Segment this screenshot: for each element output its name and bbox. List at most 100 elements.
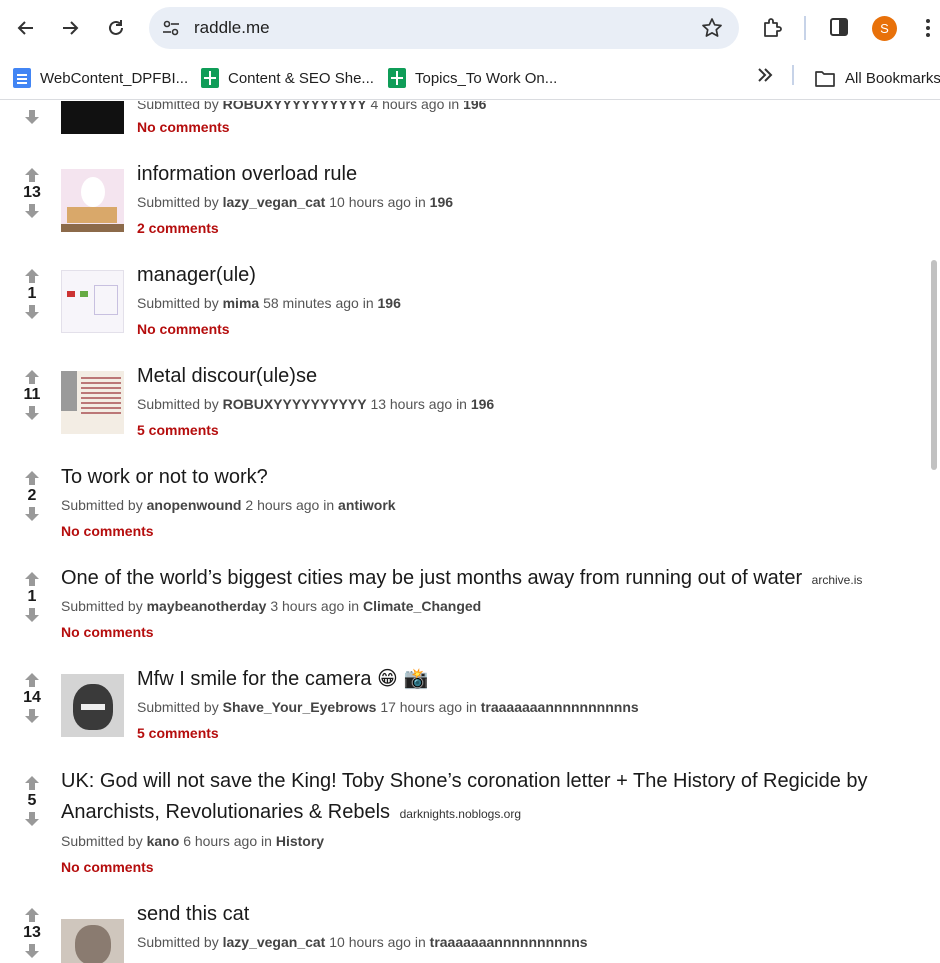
author-link[interactable]: maybeanotherday bbox=[147, 598, 267, 614]
author-link[interactable]: kano bbox=[147, 833, 180, 849]
sheets-icon bbox=[388, 68, 406, 88]
post-thumbnail[interactable] bbox=[61, 101, 124, 134]
downvote-arrow-icon[interactable] bbox=[24, 943, 40, 959]
docs-icon bbox=[13, 68, 31, 88]
site-settings-icon[interactable] bbox=[162, 19, 180, 37]
forum-link[interactable]: 196 bbox=[378, 295, 401, 311]
all-bookmarks-button[interactable]: All Bookmarks bbox=[815, 65, 940, 91]
post-item: 13 send this cat Submitted by lazy_vegan… bbox=[0, 899, 930, 963]
bookmark-webcontent[interactable]: WebContent_DPFBI... bbox=[13, 65, 188, 91]
author-link[interactable]: ROBUXYYYYYYYYYY bbox=[223, 101, 367, 112]
forum-link[interactable]: antiwork bbox=[338, 497, 396, 513]
downvote-arrow-icon[interactable] bbox=[24, 304, 40, 320]
upvote-arrow-icon[interactable] bbox=[24, 672, 40, 688]
downvote-arrow-icon[interactable] bbox=[24, 708, 40, 724]
downvote-arrow-icon[interactable] bbox=[24, 405, 40, 421]
post-title[interactable]: information overload rule bbox=[137, 159, 357, 190]
bookmark-content-seo[interactable]: Content & SEO She... bbox=[201, 65, 374, 91]
author-link[interactable]: anopenwound bbox=[147, 497, 242, 513]
comments-link[interactable]: No comments bbox=[61, 624, 154, 640]
forum-link[interactable]: 196 bbox=[430, 194, 453, 210]
comments-link[interactable]: No comments bbox=[137, 321, 230, 337]
post-meta: Submitted by anopenwound 2 hours ago in … bbox=[61, 497, 396, 513]
forward-button[interactable] bbox=[53, 11, 87, 45]
side-panel-icon[interactable] bbox=[829, 17, 849, 37]
upvote-arrow-icon[interactable] bbox=[24, 775, 40, 791]
bookmark-star-icon[interactable] bbox=[701, 17, 723, 39]
forum-link[interactable]: 196 bbox=[471, 396, 494, 412]
post-thumbnail[interactable] bbox=[61, 270, 124, 333]
author-link[interactable]: mima bbox=[223, 295, 260, 311]
upvote-arrow-icon[interactable] bbox=[24, 470, 40, 486]
comments-link[interactable]: No comments bbox=[61, 859, 154, 875]
post-title[interactable]: manager(ule) bbox=[137, 260, 256, 291]
profile-avatar[interactable]: S bbox=[872, 16, 897, 41]
page-scrollbar[interactable] bbox=[931, 260, 937, 470]
author-link[interactable]: ROBUXYYYYYYYYYY bbox=[223, 396, 367, 412]
post-meta: Submitted by ROBUXYYYYYYYYYY 13 hours ag… bbox=[137, 396, 495, 412]
reload-button[interactable] bbox=[99, 11, 133, 45]
forum-link[interactable]: 196 bbox=[463, 101, 486, 112]
bookmark-topics[interactable]: Topics_To Work On... bbox=[388, 65, 557, 91]
comments-link[interactable]: 5 comments bbox=[137, 422, 219, 438]
extensions-icon[interactable] bbox=[760, 16, 784, 40]
upvote-arrow-icon[interactable] bbox=[24, 268, 40, 284]
arrow-left-icon bbox=[17, 21, 33, 35]
folder-icon bbox=[815, 71, 835, 87]
post-score: 13 bbox=[23, 924, 41, 941]
forum-link[interactable]: History bbox=[276, 833, 324, 849]
post-title[interactable]: One of the world’s biggest cities may be… bbox=[61, 567, 802, 589]
downvote-arrow-icon[interactable] bbox=[24, 506, 40, 522]
post-meta: Submitted by mima 58 minutes ago in 196 bbox=[137, 295, 401, 311]
post-thumbnail[interactable] bbox=[61, 674, 124, 737]
post-item: 5 UK: God will not save the King! Toby S… bbox=[0, 766, 930, 891]
author-link[interactable]: Shave_Your_Eyebrows bbox=[223, 699, 377, 715]
url-text[interactable]: raddle.me bbox=[194, 18, 270, 38]
upvote-arrow-icon[interactable] bbox=[24, 369, 40, 385]
downvote-arrow-icon[interactable] bbox=[24, 203, 40, 219]
post-list: Submitted by ROBUXYYYYYYYYYY 4 hours ago… bbox=[0, 101, 940, 963]
comments-link[interactable]: No comments bbox=[137, 119, 230, 135]
downvote-arrow-icon[interactable] bbox=[24, 607, 40, 623]
post-title-wrapper: One of the world’s biggest cities may be… bbox=[61, 563, 921, 596]
browser-toolbar: raddle.me S bbox=[0, 0, 940, 56]
comments-link[interactable]: 5 comments bbox=[137, 725, 219, 741]
post-meta: Submitted by maybeanotherday 3 hours ago… bbox=[61, 598, 482, 614]
post-thumbnail[interactable] bbox=[61, 371, 124, 434]
back-button[interactable] bbox=[9, 11, 43, 45]
bookmarks-bar: WebContent_DPFBI... Content & SEO She...… bbox=[0, 56, 940, 100]
post-score: 2 bbox=[27, 487, 37, 504]
author-link[interactable]: lazy_vegan_cat bbox=[223, 194, 326, 210]
downvote-arrow-icon[interactable] bbox=[24, 109, 40, 125]
post-title[interactable]: Metal discour(ule)se bbox=[137, 361, 317, 392]
post-title[interactable]: To work or not to work? bbox=[61, 462, 268, 493]
post-score: 5 bbox=[27, 792, 37, 809]
chevron-double-right-icon[interactable] bbox=[756, 66, 774, 84]
upvote-arrow-icon[interactable] bbox=[24, 907, 40, 923]
post-meta: Submitted by lazy_vegan_cat 10 hours ago… bbox=[137, 194, 454, 210]
forum-link[interactable]: Climate_Changed bbox=[363, 598, 481, 614]
vote-box: 13 bbox=[16, 167, 48, 219]
forum-link[interactable]: traaaaaaannnnnnnnnns bbox=[430, 934, 588, 950]
post-meta: Submitted by lazy_vegan_cat 10 hours ago… bbox=[137, 934, 588, 950]
comments-link[interactable]: No comments bbox=[61, 523, 154, 539]
downvote-arrow-icon[interactable] bbox=[24, 811, 40, 827]
vote-box bbox=[16, 109, 48, 125]
bookmarks-divider bbox=[792, 65, 794, 85]
post-item: 14 Mfw I smile for the camera 😁 📸 Submit… bbox=[0, 664, 930, 754]
more-vert-icon[interactable] bbox=[920, 16, 936, 40]
post-item: 11 Metal discour(ule)se Submitted by ROB… bbox=[0, 361, 930, 451]
post-meta: Submitted by kano 6 hours ago in History bbox=[61, 833, 325, 849]
post-thumbnail[interactable] bbox=[61, 169, 124, 232]
post-title-wrapper: UK: God will not save the King! Toby Sho… bbox=[61, 766, 921, 830]
vote-box: 13 bbox=[16, 907, 48, 959]
post-title[interactable]: send this cat bbox=[137, 899, 249, 930]
post-title[interactable]: Mfw I smile for the camera 😁 📸 bbox=[137, 664, 428, 695]
upvote-arrow-icon[interactable] bbox=[24, 167, 40, 183]
author-link[interactable]: lazy_vegan_cat bbox=[223, 934, 326, 950]
forum-link[interactable]: traaaaaaannnnnnnnnns bbox=[481, 699, 639, 715]
comments-link[interactable]: 2 comments bbox=[137, 220, 219, 236]
address-bar[interactable]: raddle.me bbox=[149, 7, 739, 49]
upvote-arrow-icon[interactable] bbox=[24, 571, 40, 587]
post-thumbnail[interactable] bbox=[61, 909, 124, 963]
